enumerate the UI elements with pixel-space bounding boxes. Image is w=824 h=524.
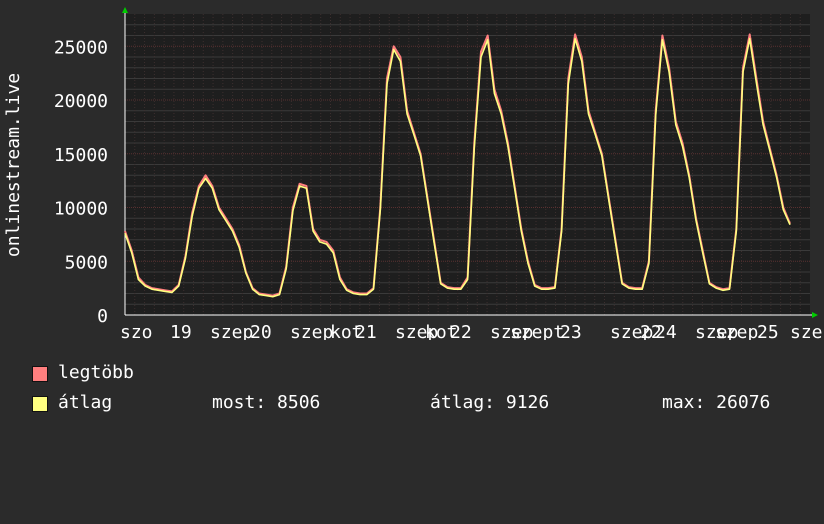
legend-swatch-max bbox=[32, 366, 48, 382]
x-tick-label: 20 bbox=[250, 322, 272, 340]
y-axis-arrow-icon bbox=[122, 7, 128, 13]
x-tick-label: 22 bbox=[450, 322, 472, 340]
x-tick-label: 24 bbox=[655, 322, 677, 340]
x-tick-label: 23 bbox=[560, 322, 582, 340]
y-tick-label: 5000 bbox=[65, 252, 108, 273]
stat-average: átlag: 9126 bbox=[430, 392, 550, 413]
x-tick-label: szep bbox=[790, 322, 824, 340]
x-tick-label: szo bbox=[120, 322, 153, 340]
x-tick-label: 21 bbox=[355, 322, 377, 340]
y-axis-label: onlinestream.live bbox=[3, 73, 24, 257]
legend-item-max: legtöbb bbox=[32, 362, 134, 384]
y-tick-label: 15000 bbox=[54, 145, 108, 166]
legend-label-avg: átlag bbox=[58, 392, 113, 413]
x-tick-label: szep bbox=[210, 322, 253, 340]
legend-swatch-avg bbox=[32, 396, 48, 412]
x-tick-label: 25 bbox=[757, 322, 779, 340]
stat-current: most: 8506 bbox=[212, 392, 321, 413]
y-tick-label: 20000 bbox=[54, 91, 108, 112]
x-axis-arrow-icon bbox=[812, 312, 818, 318]
x-tick-label: szep bbox=[715, 322, 758, 340]
legend-label-max: legtöbb bbox=[58, 362, 134, 383]
x-tick-label: szep bbox=[290, 322, 333, 340]
y-tick-label: 10000 bbox=[54, 199, 108, 220]
legend-item-avg: átlag most: 8506 átlag: 9126 max: 26076 bbox=[32, 392, 822, 414]
stat-maximum: max: 26076 bbox=[662, 392, 771, 413]
x-tick-label: 19 bbox=[170, 322, 192, 340]
x-tick-label: szept bbox=[510, 322, 564, 340]
y-tick-label: 0 bbox=[97, 306, 108, 327]
y-tick-label: 25000 bbox=[54, 37, 108, 58]
line-chart: 0500010000150002000025000szo 19 szep20 szep… bbox=[3, 7, 824, 340]
